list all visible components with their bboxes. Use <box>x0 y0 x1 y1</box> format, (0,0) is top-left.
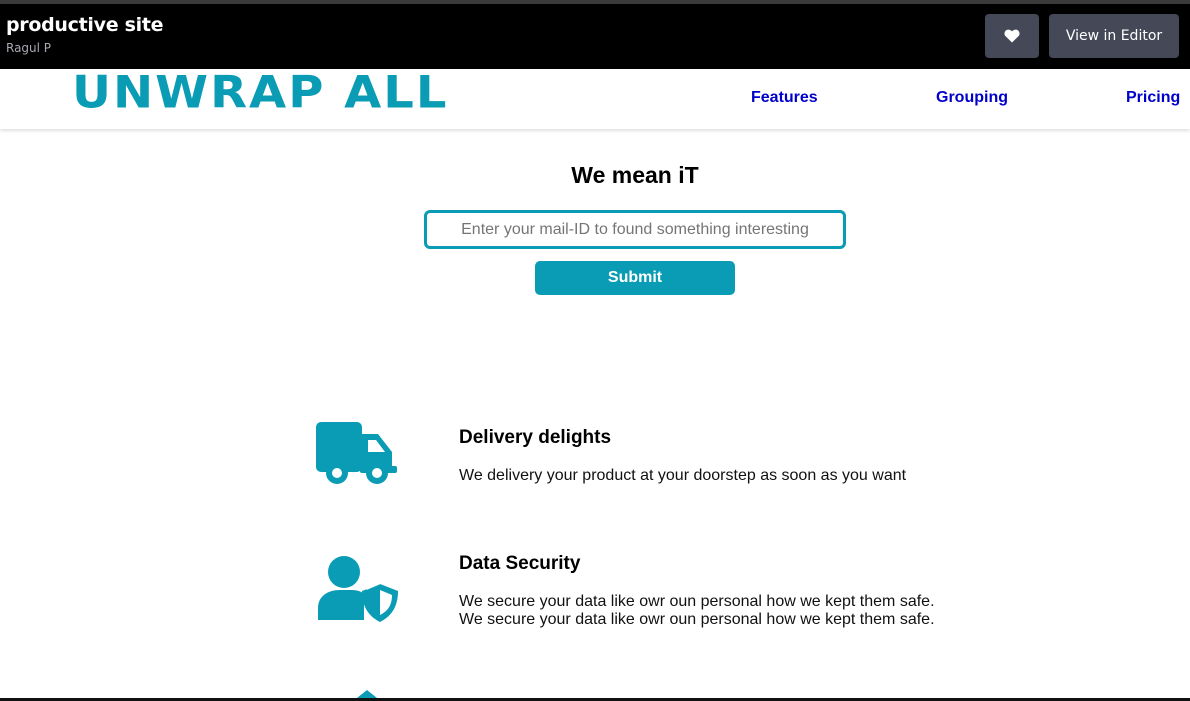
view-in-editor-button[interactable]: View in Editor <box>1049 14 1179 58</box>
site-logo[interactable]: UNWRAP ALL <box>72 69 448 117</box>
hero-title: We mean iT <box>571 162 699 188</box>
pen-topbar: productive site Ragul P View in Editor <box>0 0 1190 69</box>
feature-title-security: Data Security <box>459 553 581 574</box>
user-shield-icon <box>318 556 398 622</box>
nav-link-grouping[interactable]: Grouping <box>936 89 1008 107</box>
feature-desc-line: We secure your data like owr oun persona… <box>459 593 935 610</box>
feature-desc-line: We secure your data like owr oun persona… <box>459 611 935 628</box>
site-header: UNWRAP ALL Features Grouping Pricing <box>0 69 1190 129</box>
feature-desc-line: We delivery your product at your doorste… <box>459 467 907 484</box>
feature-title-delivery: Delivery delights <box>459 427 612 448</box>
nav-link-pricing[interactable]: Pricing <box>1126 89 1180 107</box>
feature-desc-delivery: We delivery your product at your doorste… <box>459 467 906 485</box>
nav-link-features[interactable]: Features <box>751 89 818 107</box>
submit-button[interactable]: Submit <box>535 261 735 295</box>
feature-desc-security: We secure your data like owr oun persona… <box>459 593 935 629</box>
pen-title: productive site <box>6 14 164 36</box>
heart-button[interactable] <box>985 14 1039 58</box>
heart-icon <box>1004 29 1020 43</box>
truck-icon <box>316 422 397 484</box>
pen-author[interactable]: Ragul P <box>6 41 51 55</box>
email-input[interactable] <box>424 210 846 249</box>
